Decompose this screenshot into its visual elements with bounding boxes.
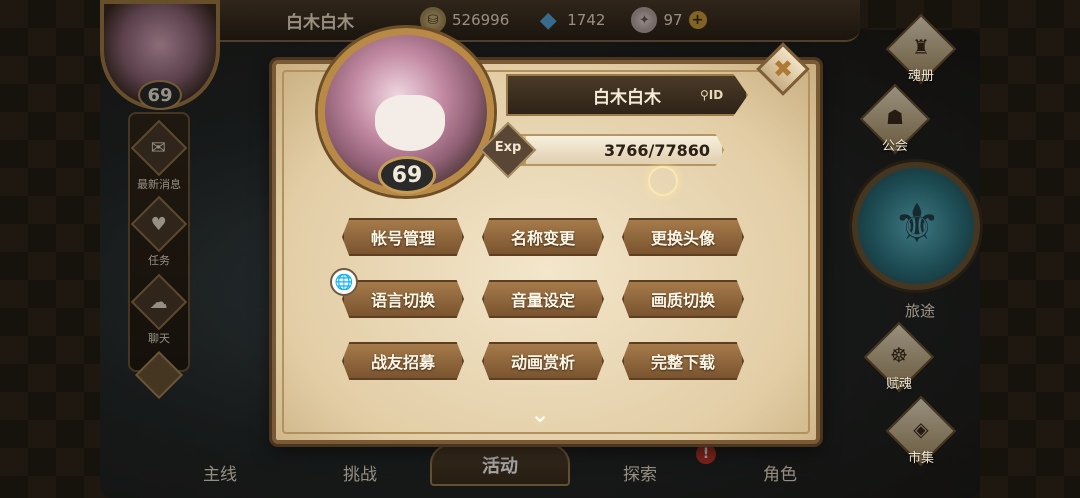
search-icon: ⚲ bbox=[700, 88, 709, 102]
change-avatar-button[interactable]: 更换头像 bbox=[622, 218, 744, 256]
full-download-button[interactable]: 完整下载 bbox=[622, 342, 744, 380]
close-icon[interactable]: ✖ bbox=[764, 50, 802, 88]
soul-book-label: 魂册 bbox=[907, 69, 934, 84]
profile-name: 白木白木 bbox=[593, 87, 661, 108]
exp-value: 3766/77860 bbox=[603, 141, 710, 160]
market-label: 市集 bbox=[907, 451, 934, 466]
graphics-quality-button[interactable]: 画质切换 bbox=[622, 280, 744, 318]
scroll-down-chevron-icon[interactable]: ⌄ bbox=[510, 402, 570, 426]
id-label: ID bbox=[708, 88, 724, 102]
exp-label: Exp bbox=[494, 140, 522, 155]
volume-settings-button[interactable]: 音量设定 bbox=[482, 280, 604, 318]
language-globe-icon: 🌐 bbox=[330, 268, 358, 296]
rename-button[interactable]: 名称变更 bbox=[482, 218, 604, 256]
sparkle-effect bbox=[648, 166, 678, 196]
recruit-friends-button[interactable]: 战友招募 bbox=[342, 342, 464, 380]
language-switch-button[interactable]: 语言切换 bbox=[342, 280, 464, 318]
profile-level-badge: 69 bbox=[378, 156, 436, 194]
player-id-search-icon[interactable]: ⚲ ID bbox=[700, 84, 730, 106]
avatar-face bbox=[375, 95, 445, 151]
empower-label: 赋魂 bbox=[885, 377, 912, 392]
guild-label: 公会 bbox=[881, 139, 908, 154]
account-management-button[interactable]: 帐号管理 bbox=[342, 218, 464, 256]
animation-gallery-button[interactable]: 动画赏析 bbox=[482, 342, 604, 380]
